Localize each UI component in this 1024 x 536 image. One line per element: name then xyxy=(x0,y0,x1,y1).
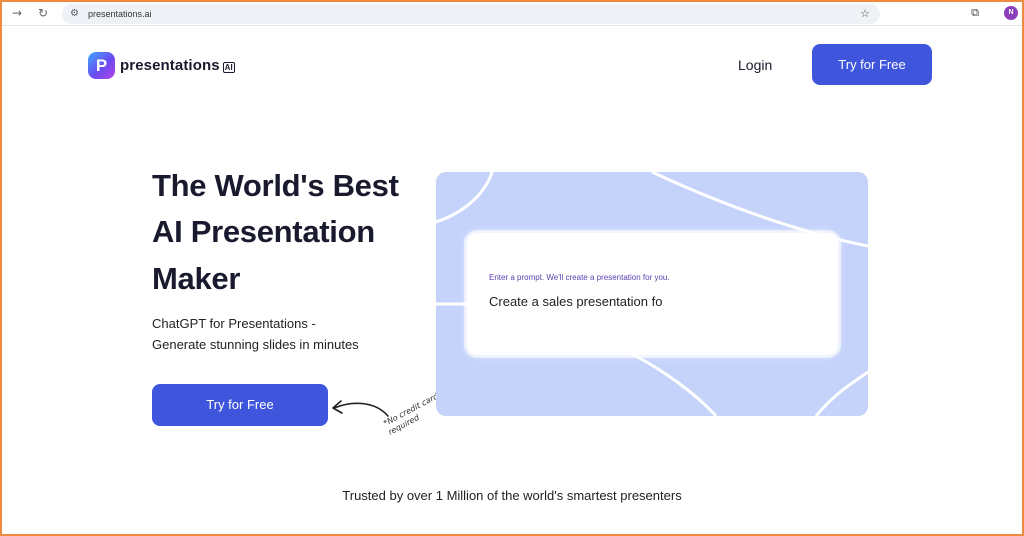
logo-ai-badge: AI xyxy=(222,61,235,73)
logo-text: presentations xyxy=(120,56,220,74)
reload-icon[interactable]: ↻ xyxy=(36,6,50,20)
bookmark-star-icon[interactable]: ☆ xyxy=(860,7,870,21)
prompt-card: Enter a prompt. We'll create a presentat… xyxy=(467,233,838,355)
hero-subtitle-line-1: ChatGPT for Presentations - xyxy=(152,316,316,331)
hand-drawn-arrow-icon xyxy=(332,400,389,417)
url-text[interactable]: presentations.ai xyxy=(88,8,152,20)
hero-title-line-1: The World's Best xyxy=(152,168,399,203)
header-try-free-button[interactable]: Try for Free xyxy=(812,44,932,85)
profile-avatar[interactable]: N xyxy=(1004,6,1018,20)
trusted-by-text: Trusted by over 1 Million of the world's… xyxy=(342,488,682,503)
extensions-icon[interactable]: ⧉ xyxy=(968,6,982,20)
hero-try-free-button[interactable]: Try for Free xyxy=(152,384,328,426)
site-logo[interactable]: P presentations AI xyxy=(88,50,235,80)
hero-subtitle-line-2: Generate stunning slides in minutes xyxy=(152,337,359,352)
hero-title-line-2: AI Presentation xyxy=(152,214,375,249)
page-frame: → ↻ ⚙ presentations.ai ☆ ⧉ N P presentat… xyxy=(2,2,1022,534)
address-bar[interactable]: ⚙ presentations.ai ☆ xyxy=(62,4,880,24)
logo-mark-icon: P xyxy=(88,51,115,79)
login-link[interactable]: Login xyxy=(738,56,772,74)
forward-icon[interactable]: → xyxy=(10,6,24,20)
site-info-icon[interactable]: ⚙ xyxy=(70,7,82,21)
prompt-input[interactable] xyxy=(489,294,809,310)
browser-toolbar: → ↻ ⚙ presentations.ai ☆ ⧉ N xyxy=(2,2,1022,26)
hero-title-line-3: Maker xyxy=(152,261,241,296)
prompt-label: Enter a prompt. We'll create a presentat… xyxy=(489,273,670,282)
